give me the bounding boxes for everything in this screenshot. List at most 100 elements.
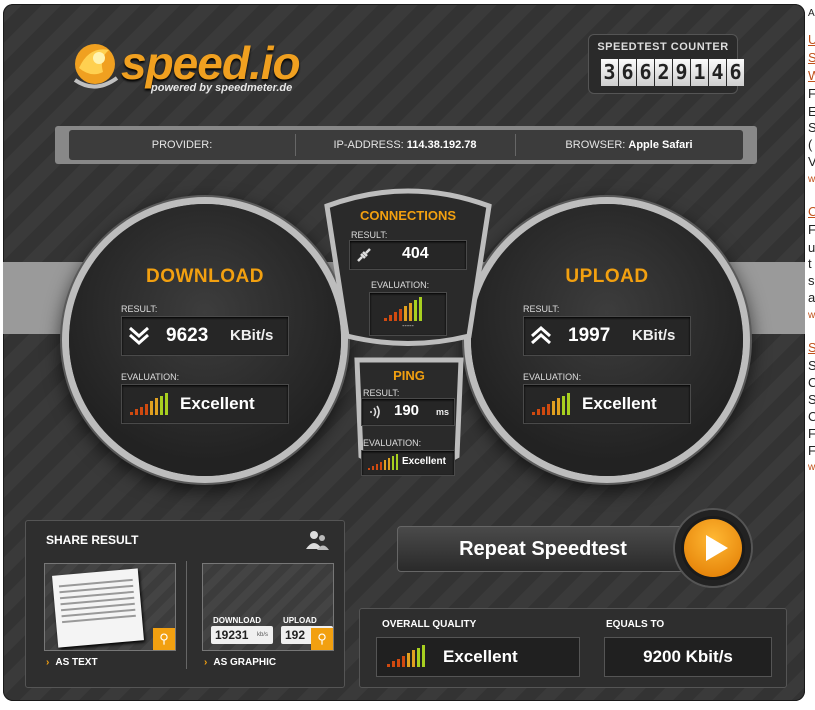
signal-bar <box>380 462 382 470</box>
share-as-text-link[interactable]: › AS TEXT <box>46 657 98 668</box>
sidebar-fragment-link[interactable]: U <box>808 32 815 47</box>
sidebar-fragment-link[interactable]: S <box>808 50 815 65</box>
overall-quality-label: OVERALL QUALITY <box>382 619 477 630</box>
connections-eval-box: ----- <box>369 292 447 336</box>
browser-value: Apple Safari <box>628 139 693 151</box>
sidebar-fragment-link[interactable]: w <box>808 172 815 187</box>
upload-unit: KBit/s <box>632 327 676 344</box>
sidebar-fragment-text: C <box>808 409 815 424</box>
signal-bar <box>145 404 148 415</box>
signal-bar <box>140 407 143 415</box>
signal-strength-icon <box>130 393 168 415</box>
user-share-icon[interactable] <box>304 529 330 551</box>
repeat-speedtest-button[interactable]: Repeat Speedtest <box>397 526 689 572</box>
share-as-graphic-link[interactable]: › AS GRAPHIC <box>204 657 276 668</box>
signal-bar <box>392 456 394 470</box>
ping-value: 190 <box>394 402 420 419</box>
preview-upload-value: 192 <box>285 628 306 642</box>
equals-to-box: 9200 Kbit/s <box>604 637 772 677</box>
signal-bar <box>409 303 412 321</box>
provider-label: PROVIDER: <box>151 139 213 151</box>
download-arrow-icon <box>129 326 149 346</box>
upload-result-label: RESULT: <box>523 304 560 314</box>
share-result-panel: SHARE RESULT ⚲ › AS TEXT DOWNLOAD UPLOAD … <box>25 520 345 688</box>
sidebar-fragment-text: S <box>808 358 815 373</box>
connections-title: CONNECTIONS <box>359 208 457 223</box>
play-button[interactable] <box>675 510 751 586</box>
signal-bar <box>399 309 402 321</box>
upload-gauge: UPLOAD RESULT: 1997 KBit/s EVALUATION: E… <box>471 204 743 476</box>
counter-label: SPEEDTEST COUNTER <box>597 41 729 53</box>
signal-strength-icon <box>532 393 570 415</box>
speedtest-counter: SPEEDTEST COUNTER 3 6 6 2 9 1 4 6 <box>588 34 744 94</box>
ip-label: IP-ADDRESS: <box>333 139 404 151</box>
signal-bar <box>414 300 417 321</box>
info-bar-inner: PROVIDER: IP-ADDRESS: 114.38.192.78 BROW… <box>69 130 743 160</box>
signal-bar <box>135 409 138 415</box>
counter-digit: 6 <box>619 59 636 86</box>
share-as-graphic-thumbnail[interactable]: DOWNLOAD UPLOAD 19231 kb/s 192 ⚲ <box>202 563 334 651</box>
signal-bar <box>419 297 422 321</box>
signal-bar <box>165 393 168 415</box>
signal-bar <box>368 468 370 470</box>
sidebar-fragment-link[interactable]: S <box>808 340 815 355</box>
sidebar-fragment-text: F <box>808 86 815 101</box>
preview-download-unit: kb/s <box>257 632 269 638</box>
share-as-text-thumbnail[interactable]: ⚲ <box>44 563 176 651</box>
play-circle <box>684 519 742 577</box>
logo-tagline: powered by speedmeter.de <box>151 82 293 94</box>
overall-quality-value: Excellent <box>443 647 518 666</box>
ip-value: 114.38.192.78 <box>406 139 477 151</box>
preview-download-box: 19231 kb/s <box>211 626 273 644</box>
ip-info: IP-ADDRESS: 114.38.192.78 <box>295 130 515 160</box>
sidebar-fragment-text: F <box>808 443 815 458</box>
preview-upload-label: UPLOAD <box>283 616 317 625</box>
overall-quality-panel: OVERALL QUALITY Excellent EQUALS TO 9200… <box>359 608 787 688</box>
share-title: SHARE RESULT <box>46 533 139 547</box>
signal-bar <box>389 315 392 321</box>
connections-value: 404 <box>402 245 429 262</box>
signal-bar <box>392 661 395 667</box>
counter-digit: 1 <box>691 59 708 86</box>
connections-eval-label: EVALUATION: <box>371 280 430 290</box>
sidebar-fragment-text: S <box>808 392 815 407</box>
signal-bar <box>376 464 378 470</box>
sidebar-fragment-text: t <box>808 256 812 271</box>
sidebar-fragment-text: C <box>808 375 815 390</box>
as-graphic-label: AS GRAPHIC <box>213 657 277 668</box>
signal-bar <box>388 458 390 470</box>
sidebar-fragment-link[interactable]: W <box>808 68 815 83</box>
signal-bar <box>417 648 420 667</box>
upload-eval-label: EVALUATION: <box>523 372 582 382</box>
counter-digit: 2 <box>655 59 672 86</box>
text-result-paper <box>52 568 144 648</box>
magnifier-icon[interactable]: ⚲ <box>311 628 333 650</box>
ping-title: PING <box>393 368 425 383</box>
repeat-label: Repeat Speedtest <box>459 538 627 560</box>
upload-arrow-icon <box>531 326 551 345</box>
counter-digit: 6 <box>727 59 744 86</box>
sidebar-fragment-text: F <box>808 426 815 441</box>
magnifier-icon[interactable]: ⚲ <box>153 628 175 650</box>
signal-bar <box>537 409 540 415</box>
sidebar-fragment-text: u <box>808 240 815 255</box>
upload-result-box: 1997 KBit/s <box>523 316 691 356</box>
sidebar-fragment-link[interactable]: w <box>808 308 815 323</box>
provider-info: PROVIDER: <box>69 130 295 160</box>
counter-digit: 4 <box>709 59 726 86</box>
paper-lines <box>58 578 133 588</box>
preview-download-value: 19231 <box>215 628 249 642</box>
signal-bar <box>404 306 407 321</box>
connections-result-box: 404 <box>349 240 467 270</box>
signal-bar <box>394 312 397 321</box>
sidebar-fragment-link[interactable]: w <box>808 460 815 475</box>
sidebar-fragment-link[interactable]: C <box>808 204 815 219</box>
chevron-right-icon: › <box>204 657 208 668</box>
signal-bar <box>412 650 415 667</box>
signal-bar <box>396 454 398 470</box>
signal-bar <box>407 653 410 667</box>
signal-strength-icon <box>384 297 422 321</box>
connections-panel: CONNECTIONS RESULT: 404 EVALUATION: ----… <box>319 186 497 346</box>
upload-value: 1997 <box>568 325 611 346</box>
chevron-right-icon: › <box>46 657 50 668</box>
